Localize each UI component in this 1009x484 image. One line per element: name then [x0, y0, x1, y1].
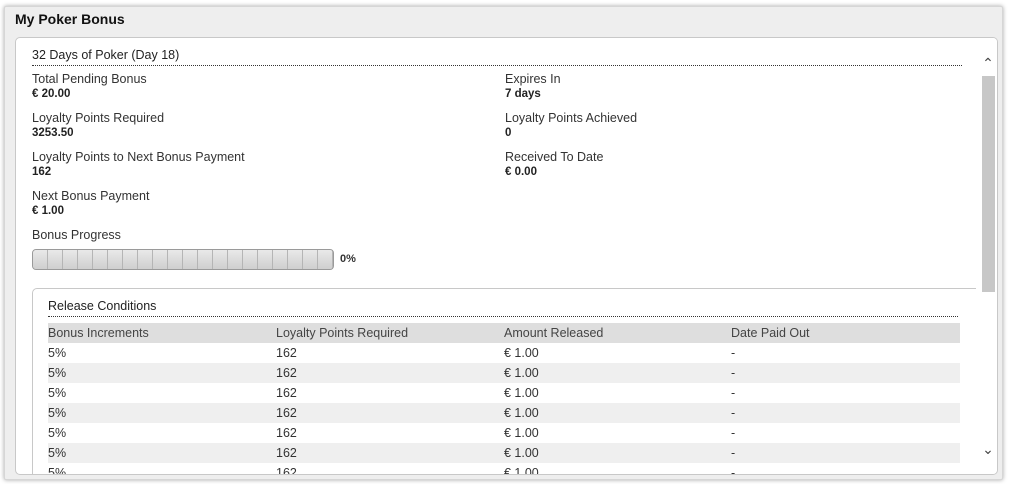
progress-segment [318, 250, 333, 269]
vertical-scrollbar[interactable]: ⌃ ⌄ [979, 38, 997, 474]
field-label: Loyalty Points Required [32, 111, 165, 125]
progress-segment [123, 250, 138, 269]
table-cell: 5% [48, 406, 67, 420]
table-cell: 162 [276, 366, 297, 380]
bonus-content: 32 Days of Poker (Day 18) Total Pending … [16, 38, 976, 474]
bonus-heading: 32 Days of Poker (Day 18) [32, 48, 962, 66]
table-cell: € 1.00 [504, 366, 539, 380]
progress-segment [138, 250, 153, 269]
table-row: 5% 162 € 1.00 - [48, 363, 960, 383]
field-label: Loyalty Points Achieved [505, 111, 638, 125]
table-row: 5% 162 € 1.00 - [48, 423, 960, 443]
progress-segment [78, 250, 93, 269]
progress-segment [153, 250, 168, 269]
field-received-to-date: Received To Date € 0.00 [505, 150, 603, 180]
progress-segment [228, 250, 243, 269]
release-conditions-panel: Release Conditions Bonus Increments Loya… [32, 288, 976, 474]
progress-segment [288, 250, 303, 269]
field-label: Total Pending Bonus [32, 72, 147, 86]
progress-segment [63, 250, 78, 269]
field-value: 3253.50 [32, 127, 74, 139]
field-label: Received To Date [505, 150, 604, 164]
progress-segment [183, 250, 198, 269]
field-label: Next Bonus Payment [32, 189, 150, 203]
table-cell: 5% [48, 346, 67, 360]
progress-segment [48, 250, 63, 269]
field-value: € 20.00 [32, 88, 71, 100]
table-cell: - [731, 386, 736, 400]
release-conditions-title: Release Conditions [48, 299, 958, 317]
chevron-down-icon[interactable]: ⌄ [979, 440, 997, 458]
bonus-panel: 32 Days of Poker (Day 18) Total Pending … [15, 37, 998, 475]
field-points-to-next-payment: Loyalty Points to Next Bonus Payment 162 [32, 150, 245, 180]
bonus-progress-label: Bonus Progress [32, 228, 121, 242]
progress-segment [93, 250, 108, 269]
progress-segment [213, 250, 228, 269]
table-cell: € 1.00 [504, 386, 539, 400]
bonus-progress-bar [32, 249, 334, 270]
table-cell: 5% [48, 446, 67, 460]
field-total-pending-bonus: Total Pending Bonus € 20.00 [32, 72, 147, 102]
table-cell: € 1.00 [504, 466, 539, 474]
field-loyalty-points-achieved: Loyalty Points Achieved 0 [505, 111, 637, 141]
field-next-bonus-payment: Next Bonus Payment € 1.00 [32, 189, 149, 219]
column-header: Amount Released [504, 326, 604, 340]
table-cell: - [731, 346, 736, 360]
table-cell: € 1.00 [504, 426, 539, 440]
table-header-row: Bonus Increments Loyalty Points Required… [48, 323, 960, 343]
table-cell: 5% [48, 366, 67, 380]
column-header: Date Paid Out [731, 326, 810, 340]
table-cell: € 1.00 [504, 406, 539, 420]
table-row: 5% 162 € 1.00 - [48, 383, 960, 403]
field-value: 162 [32, 166, 52, 178]
table-cell: 162 [276, 346, 297, 360]
table-cell: 162 [276, 466, 297, 474]
field-loyalty-points-required: Loyalty Points Required 3253.50 [32, 111, 164, 141]
progress-segment [273, 250, 288, 269]
table-cell: - [731, 406, 736, 420]
table-cell: - [731, 426, 736, 440]
column-header: Loyalty Points Required [276, 326, 409, 340]
table-cell: 162 [276, 406, 297, 420]
table-row: 5% 162 € 1.00 - [48, 443, 960, 463]
progress-segment [258, 250, 273, 269]
window-title: My Poker Bonus [15, 11, 125, 27]
table-cell: - [731, 446, 736, 460]
bonus-progress-label-wrap: Bonus Progress [32, 228, 121, 243]
chevron-up-icon[interactable]: ⌃ [979, 54, 997, 72]
bonus-window: My Poker Bonus 32 Days of Poker (Day 18)… [4, 6, 1003, 480]
table-row: 5% 162 € 1.00 - [48, 403, 960, 423]
progress-segment [33, 250, 48, 269]
progress-segment [243, 250, 258, 269]
field-value: € 0.00 [505, 166, 537, 178]
table-cell: 162 [276, 446, 297, 460]
table-cell: 162 [276, 426, 297, 440]
field-value: 7 days [505, 88, 541, 100]
table-cell: € 1.00 [504, 446, 539, 460]
progress-segment [303, 250, 318, 269]
field-label: Expires In [505, 72, 561, 86]
release-conditions-table: Bonus Increments Loyalty Points Required… [48, 323, 960, 474]
scrollbar-thumb[interactable] [982, 76, 995, 292]
table-cell: 5% [48, 426, 67, 440]
progress-segment [198, 250, 213, 269]
table-row: 5% 162 € 1.00 - [48, 463, 960, 474]
table-cell: € 1.00 [504, 346, 539, 360]
field-value: € 1.00 [32, 205, 64, 217]
table-cell: 162 [276, 386, 297, 400]
field-label: Loyalty Points to Next Bonus Payment [32, 150, 245, 164]
table-cell: 5% [48, 466, 67, 474]
table-cell: 5% [48, 386, 67, 400]
column-header: Bonus Increments [48, 326, 149, 340]
field-value: 0 [505, 127, 512, 139]
bonus-progress-percent: 0% [340, 253, 356, 265]
progress-segment [168, 250, 183, 269]
table-cell: - [731, 466, 736, 474]
field-expires-in: Expires In 7 days [505, 72, 561, 102]
progress-segment [108, 250, 123, 269]
table-row: 5% 162 € 1.00 - [48, 343, 960, 363]
table-cell: - [731, 366, 736, 380]
